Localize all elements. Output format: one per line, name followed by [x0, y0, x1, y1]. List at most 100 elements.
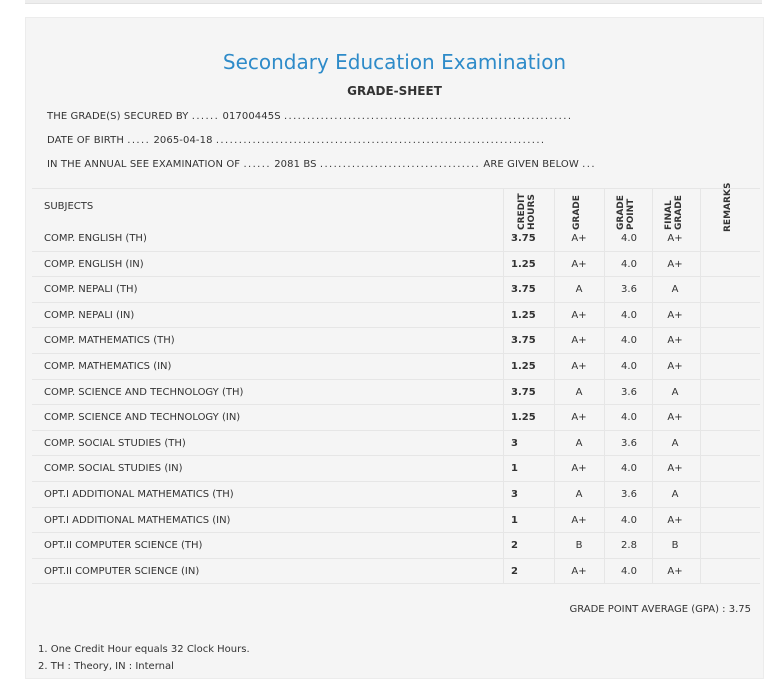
subject-name: COMP. SCIENCE AND TECHNOLOGY (TH) [44, 387, 244, 398]
subject-name: COMP. ENGLISH (TH) [44, 233, 147, 244]
row-divider [32, 507, 760, 508]
final-grade: A+ [667, 361, 683, 372]
credit-hours: 3.75 [511, 284, 536, 295]
row-divider [32, 302, 760, 303]
credit-hours: 1.25 [511, 361, 536, 372]
header-grade-point: GRADE POINT [616, 195, 636, 230]
grade: A+ [571, 259, 587, 270]
page-title: Secondary Education Examination [222, 50, 567, 74]
grade: A+ [571, 463, 587, 474]
grade: A+ [571, 335, 587, 346]
grade-sheet: Secondary Education Examination GRADE-SH… [25, 17, 764, 679]
header-grade: GRADE [572, 195, 582, 230]
final-grade: A [671, 438, 679, 449]
grade: A+ [571, 361, 587, 372]
final-grade: A+ [667, 259, 683, 270]
credit-hours: 1.25 [511, 310, 536, 321]
credit-hours: 1 [511, 515, 518, 526]
grade-point: 4.0 [621, 233, 637, 244]
credit-hours: 1.25 [511, 412, 536, 423]
subject-name: OPT.II COMPUTER SCIENCE (TH) [44, 540, 203, 551]
info-line-dob: DATE OF BIRTH ..... 2065-04-18 .........… [47, 135, 546, 146]
grade: A+ [571, 566, 587, 577]
final-grade: A+ [667, 335, 683, 346]
subject-name: COMP. MATHEMATICS (TH) [44, 335, 175, 346]
credit-hours: 1.25 [511, 259, 536, 270]
info-line-name: THE GRADE(S) SECURED BY ...... 01700445S… [47, 111, 573, 122]
subject-name: COMP. ENGLISH (IN) [44, 259, 144, 270]
row-divider [32, 404, 760, 405]
page-subtitle: GRADE-SHEET [347, 84, 442, 98]
grade: B [575, 540, 583, 551]
grade-point: 4.0 [621, 361, 637, 372]
row-divider [32, 251, 760, 252]
grade-point: 4.0 [621, 463, 637, 474]
credit-hours: 3.75 [511, 233, 536, 244]
credit-hours: 1 [511, 463, 518, 474]
subject-name: COMP. NEPALI (TH) [44, 284, 138, 295]
subject-name: OPT.I ADDITIONAL MATHEMATICS (TH) [44, 489, 234, 500]
grade: A+ [571, 412, 587, 423]
subject-name: OPT.II COMPUTER SCIENCE (IN) [44, 566, 200, 577]
grade: A [575, 284, 583, 295]
grade-point: 4.0 [621, 412, 637, 423]
row-divider [32, 353, 760, 354]
final-grade: A+ [667, 310, 683, 321]
credit-hours: 2 [511, 566, 518, 577]
grade-secured-label: THE GRADE(S) SECURED BY [47, 111, 189, 122]
final-grade: B [671, 540, 679, 551]
grade-point: 2.8 [621, 540, 637, 551]
grade-point: 3.6 [621, 284, 637, 295]
header-subjects: SUBJECTS [44, 201, 94, 212]
row-divider [32, 532, 760, 533]
credit-hours: 3.75 [511, 387, 536, 398]
subject-name: COMP. SCIENCE AND TECHNOLOGY (IN) [44, 412, 241, 423]
grade: A [575, 438, 583, 449]
exam-label: IN THE ANNUAL SEE EXAMINATION OF [47, 159, 241, 170]
gpa-summary: GRADE POINT AVERAGE (GPA) : 3.75 [569, 604, 751, 615]
credit-hours: 3 [511, 489, 518, 500]
row-divider [32, 327, 760, 328]
column-divider [503, 188, 504, 583]
note-abbreviations: 2. TH : Theory, IN : Internal [38, 661, 174, 672]
dob-label: DATE OF BIRTH [47, 135, 124, 146]
grade-point: 3.6 [621, 387, 637, 398]
grade: A [575, 387, 583, 398]
exam-suffix: ARE GIVEN BELOW [483, 159, 579, 170]
grade-point: 4.0 [621, 310, 637, 321]
row-divider [32, 481, 760, 482]
grade: A+ [571, 515, 587, 526]
credit-hours: 3.75 [511, 335, 536, 346]
row-divider [32, 558, 760, 559]
grade-point: 4.0 [621, 259, 637, 270]
column-divider [700, 188, 701, 583]
final-grade: A+ [667, 566, 683, 577]
credit-hours: 2 [511, 540, 518, 551]
final-grade: A [671, 387, 679, 398]
row-divider [32, 583, 760, 584]
row-divider [32, 379, 760, 380]
grade-point: 3.6 [621, 489, 637, 500]
grade: A [575, 489, 583, 500]
credit-hours: 3 [511, 438, 518, 449]
row-divider [32, 188, 760, 189]
final-grade: A+ [667, 515, 683, 526]
exam-year: 2081 BS [274, 159, 317, 170]
note-credit-hours: 1. One Credit Hour equals 32 Clock Hours… [38, 644, 250, 655]
subject-name: COMP. SOCIAL STUDIES (IN) [44, 463, 183, 474]
grade-point: 3.6 [621, 438, 637, 449]
grade: A+ [571, 233, 587, 244]
subject-name: COMP. MATHEMATICS (IN) [44, 361, 172, 372]
final-grade: A+ [667, 463, 683, 474]
final-grade: A [671, 489, 679, 500]
date-of-birth: 2065-04-18 [153, 135, 213, 146]
row-divider [32, 430, 760, 431]
final-grade: A+ [667, 412, 683, 423]
subject-name: COMP. SOCIAL STUDIES (TH) [44, 438, 186, 449]
subject-name: OPT.I ADDITIONAL MATHEMATICS (IN) [44, 515, 231, 526]
grade-point: 4.0 [621, 515, 637, 526]
row-divider [32, 455, 760, 456]
grade-point: 4.0 [621, 566, 637, 577]
final-grade: A+ [667, 233, 683, 244]
header-remarks: REMARKS [723, 182, 733, 232]
